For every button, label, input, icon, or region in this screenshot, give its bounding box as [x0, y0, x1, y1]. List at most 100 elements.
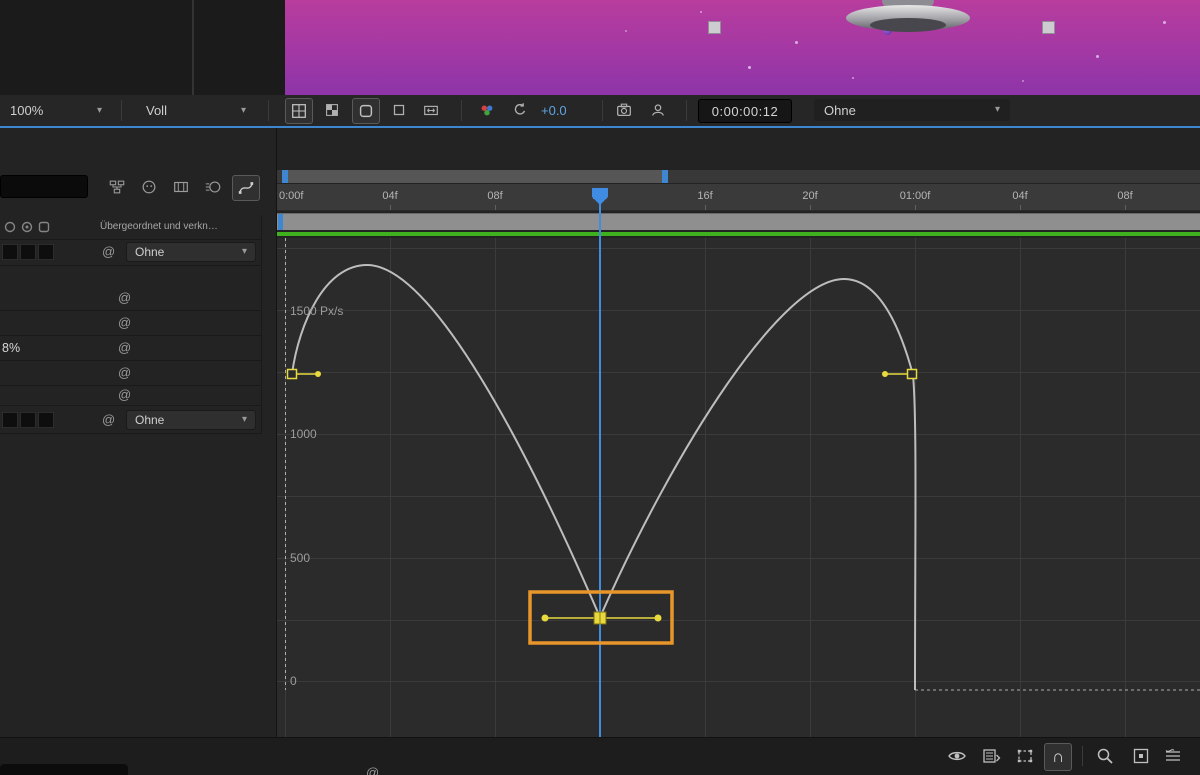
- resolution-value: Voll: [146, 103, 167, 118]
- comp-search-field[interactable]: [0, 175, 88, 198]
- transform-box-icon: [1015, 746, 1035, 766]
- star-dot: [852, 77, 854, 79]
- ruler-tick: [1020, 205, 1021, 210]
- show-snapshot-button[interactable]: [645, 98, 671, 122]
- magnification-value: 100%: [10, 103, 43, 118]
- chevron-down-icon: ▾: [995, 105, 1000, 115]
- parent-dropdown[interactable]: Ohne ▾: [126, 410, 256, 430]
- work-area-bar[interactable]: [277, 213, 1200, 230]
- bezier-handle-dot[interactable]: [655, 615, 662, 622]
- auto-zoom-graph-button[interactable]: [1092, 744, 1118, 768]
- y-axis-label: 1500 Px/s: [290, 304, 343, 318]
- ruler-tick-label: 04f: [382, 190, 397, 202]
- parent-dropdown-value: Ohne: [135, 413, 164, 427]
- layer-switch-box[interactable]: [2, 244, 18, 260]
- property-pickwhip-icon[interactable]: @: [118, 341, 131, 354]
- layer-switches-row: @ Ohne ▾: [0, 407, 262, 434]
- parent-dropdown[interactable]: Ohne ▾: [126, 242, 256, 262]
- magnification-dropdown[interactable]: 100% ▾: [0, 95, 112, 126]
- pixel-aspect-correction-button[interactable]: [418, 98, 444, 122]
- parent-pickwhip-icon[interactable]: @: [102, 413, 115, 426]
- star-dot: [748, 66, 751, 69]
- channel-settings-button[interactable]: [474, 98, 500, 122]
- take-snapshot-button[interactable]: [611, 98, 637, 122]
- exposure-value[interactable]: +0.0: [541, 95, 567, 126]
- shy-layers-button[interactable]: [136, 175, 162, 199]
- property-row: 8% @: [0, 335, 262, 361]
- resolution-dropdown[interactable]: Voll ▾: [130, 95, 262, 126]
- motion-path-keyframe-square[interactable]: [1042, 21, 1055, 34]
- region-of-interest-button[interactable]: [386, 98, 412, 122]
- mini-flowchart-button[interactable]: [104, 175, 130, 199]
- parent-dropdown-value: Ohne: [135, 245, 164, 259]
- graph-editor-icon: [237, 179, 255, 197]
- property-value[interactable]: 8%: [2, 341, 20, 355]
- keyframe-box[interactable]: [288, 370, 297, 379]
- ruler-tick: [810, 205, 811, 210]
- property-pickwhip-icon[interactable]: @: [118, 388, 131, 401]
- timeline-navigator-thumb[interactable]: [282, 170, 668, 183]
- fast-previews-dropdown[interactable]: Ohne ▾: [814, 99, 1010, 121]
- work-area-start-handle[interactable]: [278, 214, 283, 230]
- motion-blur-button[interactable]: [200, 175, 226, 199]
- chevron-down-icon: ▾: [242, 247, 247, 257]
- transparency-grid-button[interactable]: [319, 98, 345, 122]
- timeline-columns-header: Übergeordnet und verkn…: [0, 215, 262, 240]
- show-properties-button[interactable]: [944, 744, 970, 768]
- motion-path-keyframe-square[interactable]: [708, 21, 721, 34]
- speed-curve[interactable]: [292, 265, 916, 690]
- keyframe-left[interactable]: [288, 370, 322, 379]
- parent-pickwhip-icon[interactable]: @: [102, 245, 115, 258]
- property-pickwhip-icon[interactable]: @: [118, 366, 131, 379]
- shy-guy-icon: [140, 178, 158, 196]
- frame-blending-icon: [172, 178, 190, 196]
- panel-divider: [192, 0, 194, 95]
- ruler-tick: [390, 205, 391, 210]
- composition-viewport[interactable]: [285, 0, 1200, 95]
- graph-editor-panel: 0:00f 04f 08f 12f 16f 20f 01:00f 04f 08f: [277, 128, 1200, 737]
- layer-switches-row: @ Ohne ▾: [0, 239, 262, 266]
- snap-button[interactable]: ∩: [1044, 743, 1072, 771]
- show-transform-box-button[interactable]: [1012, 744, 1038, 768]
- choose-graph-type-button[interactable]: [978, 744, 1004, 768]
- keyframe-right[interactable]: [882, 370, 917, 379]
- mask-visibility-button[interactable]: [352, 98, 380, 124]
- layer-switch-box[interactable]: [38, 412, 54, 428]
- ruler-tick: [915, 205, 916, 210]
- property-pickwhip-icon[interactable]: @: [118, 316, 131, 329]
- eye-icon: [947, 746, 967, 766]
- bezier-handle-dot[interactable]: [542, 615, 549, 622]
- bezier-handle-dot[interactable]: [315, 371, 321, 377]
- fit-all-graphs-button[interactable]: [1160, 744, 1186, 768]
- grid-and-guide-options-button[interactable]: [285, 98, 313, 124]
- parent-link-column-header: Übergeordnet und verkn…: [100, 221, 218, 232]
- keyframe-box[interactable]: [908, 370, 917, 379]
- layer-switch-box[interactable]: [20, 244, 36, 260]
- property-row: @: [0, 285, 262, 311]
- ruler-tick-label: 20f: [802, 190, 817, 202]
- grid-icon: [290, 102, 308, 120]
- reset-exposure-icon: [511, 101, 529, 119]
- pickwhip-icon[interactable]: @: [366, 766, 379, 775]
- fit-selection-button[interactable]: [1128, 744, 1154, 768]
- timecode-field[interactable]: 0:00:00:12: [698, 99, 792, 123]
- navigator-handle-right[interactable]: [662, 170, 668, 183]
- layer-switch-box[interactable]: [2, 412, 18, 428]
- time-ruler[interactable]: 0:00f 04f 08f 12f 16f 20f 01:00f 04f 08f: [277, 184, 1200, 211]
- navigator-handle-left[interactable]: [282, 170, 288, 183]
- ufo-layer[interactable]: [843, 0, 973, 38]
- reset-exposure-button[interactable]: [507, 98, 533, 122]
- bottom-left-field[interactable]: [0, 764, 128, 775]
- property-pickwhip-icon[interactable]: @: [118, 291, 131, 304]
- frame-blending-button[interactable]: [168, 175, 194, 199]
- timeline-navigator-track[interactable]: [277, 170, 1200, 183]
- layer-switch-box[interactable]: [20, 412, 36, 428]
- speed-graph-canvas[interactable]: [277, 238, 1200, 737]
- motion-blur-icon: [204, 178, 222, 196]
- camera-icon: [615, 101, 633, 119]
- layer-switch-box[interactable]: [38, 244, 54, 260]
- playhead-line-upper[interactable]: [599, 200, 601, 238]
- graph-editor-button[interactable]: [232, 175, 260, 201]
- bezier-handle-dot[interactable]: [882, 371, 888, 377]
- star-dot: [1022, 80, 1024, 82]
